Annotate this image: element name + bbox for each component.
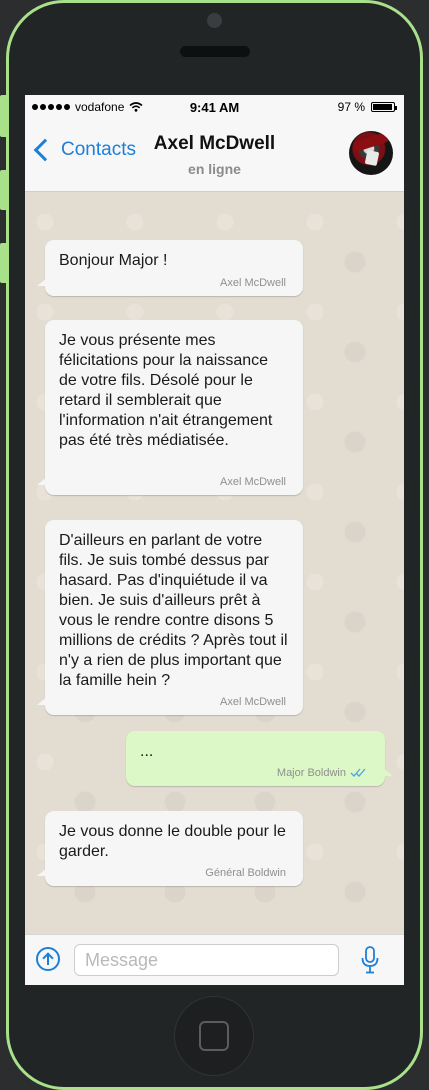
contact-name: Axel McDwell (153, 133, 276, 154)
message-text: ... (140, 743, 154, 760)
sender-name: Général Boldwin (205, 867, 286, 879)
message-text: Je vous donne le double pour le garder. (59, 823, 286, 860)
home-square-icon (199, 1021, 229, 1051)
message-bubble[interactable]: Je vous présente mes félicitations pour … (37, 320, 303, 495)
message-sender: Axel McDwell (220, 476, 286, 488)
sender-name: Axel McDwell (219, 696, 286, 708)
upload-arrow-icon[interactable] (36, 947, 60, 971)
message-bubble-outgoing[interactable]: ... Major Boldwin (126, 731, 393, 786)
chat-header: Contacts Axel McDwell en ligne (25, 119, 404, 192)
message-bubble[interactable]: D'ailleurs en parlant de votre fils. Je … (37, 520, 303, 715)
sender-name: Axel McDwell (219, 476, 286, 488)
message-bubble[interactable]: Je vous donne le double pour le garder. … (37, 811, 303, 886)
sender-name: Major Boldwin (276, 767, 346, 779)
screen: vodafone 9:41 AM 97 % Contacts Axel McDw… (25, 95, 404, 985)
message-sender: Général Boldwin (205, 867, 286, 879)
message-sender: Axel McDwell (220, 696, 286, 708)
home-button[interactable] (174, 996, 254, 1076)
message-list[interactable]: Bonjour Major ! Axel McDwell Je vous pré… (25, 192, 404, 934)
status-bar: vodafone 9:41 AM 97 % (25, 95, 404, 119)
earpiece-speaker (180, 46, 250, 57)
phone-frame: vodafone 9:41 AM 97 % Contacts Axel McDw… (0, 0, 429, 1090)
double-check-icon (350, 768, 366, 777)
message-text: D'ailleurs en parlant de votre fils. Je … (59, 532, 288, 689)
message-text: Je vous présente mes félicitations pour … (59, 332, 273, 449)
microphone-icon[interactable] (360, 945, 380, 975)
battery-percentage: 97 % (337, 100, 365, 114)
message-sender: Major Boldwin (277, 767, 368, 779)
front-camera (207, 13, 222, 28)
battery-icon (371, 102, 397, 112)
contact-status: en ligne (188, 161, 241, 177)
message-sender: Axel McDwell (220, 277, 286, 289)
message-input[interactable] (74, 944, 339, 976)
message-input-bar (25, 934, 404, 985)
message-text: Bonjour Major ! (59, 252, 168, 269)
avatar[interactable] (349, 131, 393, 175)
sender-name: Axel McDwell (219, 277, 286, 289)
message-bubble[interactable]: Bonjour Major ! Axel McDwell (37, 240, 303, 296)
